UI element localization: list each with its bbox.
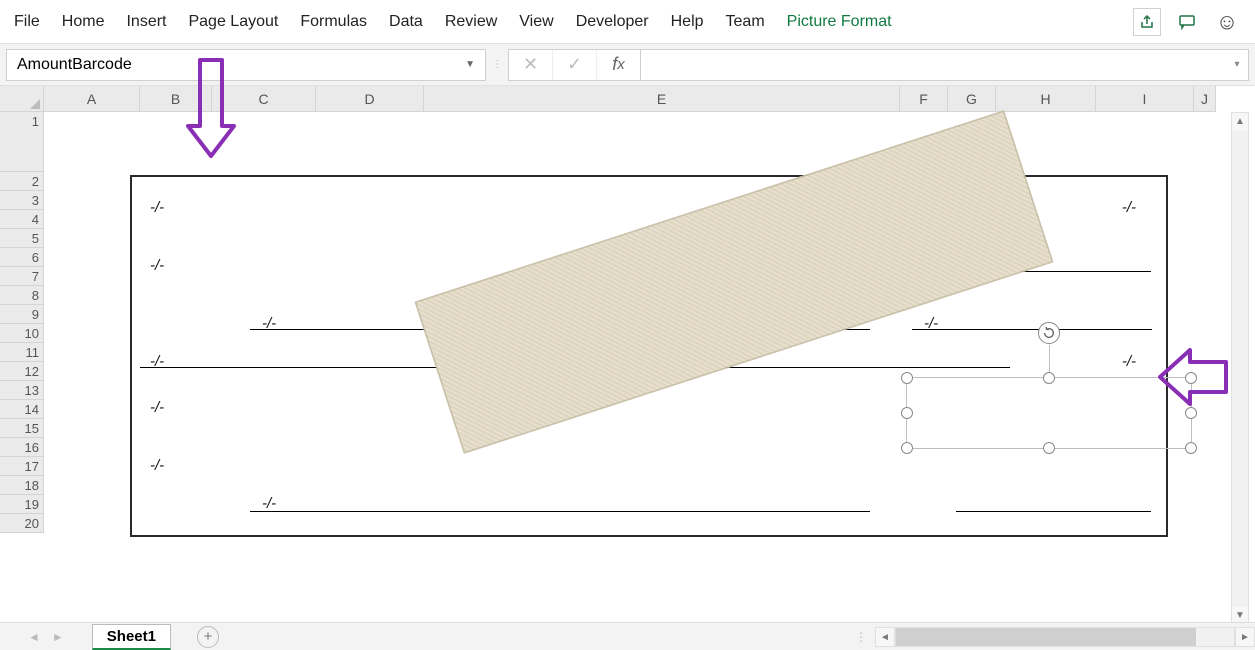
name-box-value: AmountBarcode (17, 56, 132, 74)
annotation-arrow-namebox (176, 48, 246, 158)
placeholder-1: -/- (150, 199, 164, 216)
col-header-I[interactable]: I (1096, 86, 1194, 111)
tab-help[interactable]: Help (671, 13, 704, 31)
row-header-4[interactable]: 4 (0, 210, 43, 229)
formula-input[interactable] (641, 50, 1226, 80)
resize-handle-mt[interactable] (1043, 372, 1055, 384)
tab-home[interactable]: Home (62, 13, 105, 31)
tab-file[interactable]: File (14, 13, 40, 31)
cancel-entry-icon: ✕ (509, 50, 553, 80)
annotation-arrow-barcode (1158, 322, 1228, 432)
sheet-tab-sheet1[interactable]: Sheet1 (92, 624, 171, 650)
row-header-17[interactable]: 17 (0, 457, 43, 476)
row-header-2[interactable]: 2 (0, 172, 43, 191)
placeholder-2: -/- (1122, 199, 1136, 216)
selected-picture-amountbarcode[interactable] (906, 377, 1192, 449)
ribbon: File Home Insert Page Layout Formulas Da… (0, 0, 1255, 44)
add-sheet-button[interactable]: + (197, 626, 219, 648)
tab-nav-prev-icon[interactable]: ◄ (22, 630, 46, 644)
tab-team[interactable]: Team (726, 13, 765, 31)
scroll-up-icon[interactable]: ▲ (1232, 113, 1248, 131)
placeholder-8: -/- (1122, 353, 1136, 370)
resize-handle-mb[interactable] (1043, 442, 1055, 454)
row-header-16[interactable]: 16 (0, 438, 43, 457)
feedback-smiley-icon[interactable]: ☺ (1213, 8, 1241, 36)
select-all-corner[interactable] (0, 86, 44, 112)
resize-handle-ml[interactable] (901, 407, 913, 419)
tab-developer[interactable]: Developer (576, 13, 649, 31)
row-header-3[interactable]: 3 (0, 191, 43, 210)
tab-review[interactable]: Review (445, 13, 497, 31)
col-header-E[interactable]: E (424, 86, 900, 111)
tab-insert[interactable]: Insert (126, 13, 166, 31)
row-headers: 1 2 3 4 5 6 7 8 9 10 11 12 13 14 15 16 1… (0, 112, 44, 533)
row-header-13[interactable]: 13 (0, 381, 43, 400)
placeholder-3: -/- (150, 257, 164, 274)
row-header-10[interactable]: 10 (0, 324, 43, 343)
sheet-canvas[interactable]: -/- -/- -/- -/- -/- -/- -/- -/- -/- -/- … (44, 112, 1225, 626)
row-header-6[interactable]: 6 (0, 248, 43, 267)
rotate-handle-icon[interactable] (1038, 322, 1060, 344)
enter-entry-icon: ✓ (553, 50, 597, 80)
worksheet-grid: A B C D E F G H I J 1 2 3 4 5 6 7 8 9 10… (0, 86, 1255, 650)
row-header-7[interactable]: 7 (0, 267, 43, 286)
row-header-18[interactable]: 18 (0, 476, 43, 495)
col-header-H[interactable]: H (996, 86, 1096, 111)
name-box[interactable]: AmountBarcode ▼ (6, 49, 486, 81)
tab-page-layout[interactable]: Page Layout (188, 13, 278, 31)
row-header-8[interactable]: 8 (0, 286, 43, 305)
row-header-15[interactable]: 15 (0, 419, 43, 438)
tab-formulas[interactable]: Formulas (300, 13, 367, 31)
hscroll-track[interactable] (895, 627, 1235, 647)
vertical-grip[interactable]: ⋮ (490, 59, 504, 70)
scroll-right-icon[interactable]: ► (1235, 627, 1255, 647)
tab-view[interactable]: View (519, 13, 553, 31)
row-header-14[interactable]: 14 (0, 400, 43, 419)
amount-line (912, 329, 1152, 330)
fx-icon[interactable]: fx (597, 50, 641, 80)
expand-formula-bar-icon[interactable]: ▾ (1226, 59, 1248, 70)
resize-handle-bl[interactable] (901, 442, 913, 454)
placeholder-11: -/- (262, 495, 276, 512)
row-header-1[interactable]: 1 (0, 112, 43, 172)
placeholder-9: -/- (150, 399, 164, 416)
vertical-scrollbar[interactable]: ▲ ▼ (1231, 112, 1249, 626)
row-header-12[interactable]: 12 (0, 362, 43, 381)
share-icon[interactable] (1133, 8, 1161, 36)
sheet-tab-bar: ◄ ► Sheet1 + ⋮ ◄ ► (0, 622, 1255, 650)
col-header-D[interactable]: D (316, 86, 424, 111)
comments-icon[interactable] (1173, 8, 1201, 36)
tab-bar-grip[interactable]: ⋮ (855, 630, 875, 644)
col-header-A[interactable]: A (44, 86, 140, 111)
col-header-G[interactable]: G (948, 86, 996, 111)
scroll-left-icon[interactable]: ◄ (875, 627, 895, 647)
row-header-20[interactable]: 20 (0, 514, 43, 533)
row-header-9[interactable]: 9 (0, 305, 43, 324)
row-header-19[interactable]: 19 (0, 495, 43, 514)
formula-bar: ✕ ✓ fx ▾ (508, 49, 1249, 81)
placeholder-10: -/- (150, 457, 164, 474)
hscroll-thumb[interactable] (896, 628, 1196, 646)
signature-line (956, 511, 1151, 512)
horizontal-scrollbar[interactable]: ◄ ► (875, 627, 1255, 647)
resize-handle-br[interactable] (1185, 442, 1197, 454)
tab-picture-format[interactable]: Picture Format (787, 13, 892, 31)
col-header-F[interactable]: F (900, 86, 948, 111)
memo-line (250, 511, 870, 512)
tab-nav-next-icon[interactable]: ► (46, 630, 70, 644)
tab-data[interactable]: Data (389, 13, 423, 31)
row-header-11[interactable]: 11 (0, 343, 43, 362)
row-header-5[interactable]: 5 (0, 229, 43, 248)
name-box-dropdown-icon[interactable]: ▼ (465, 59, 475, 70)
col-header-J[interactable]: J (1194, 86, 1216, 111)
resize-handle-tl[interactable] (901, 372, 913, 384)
